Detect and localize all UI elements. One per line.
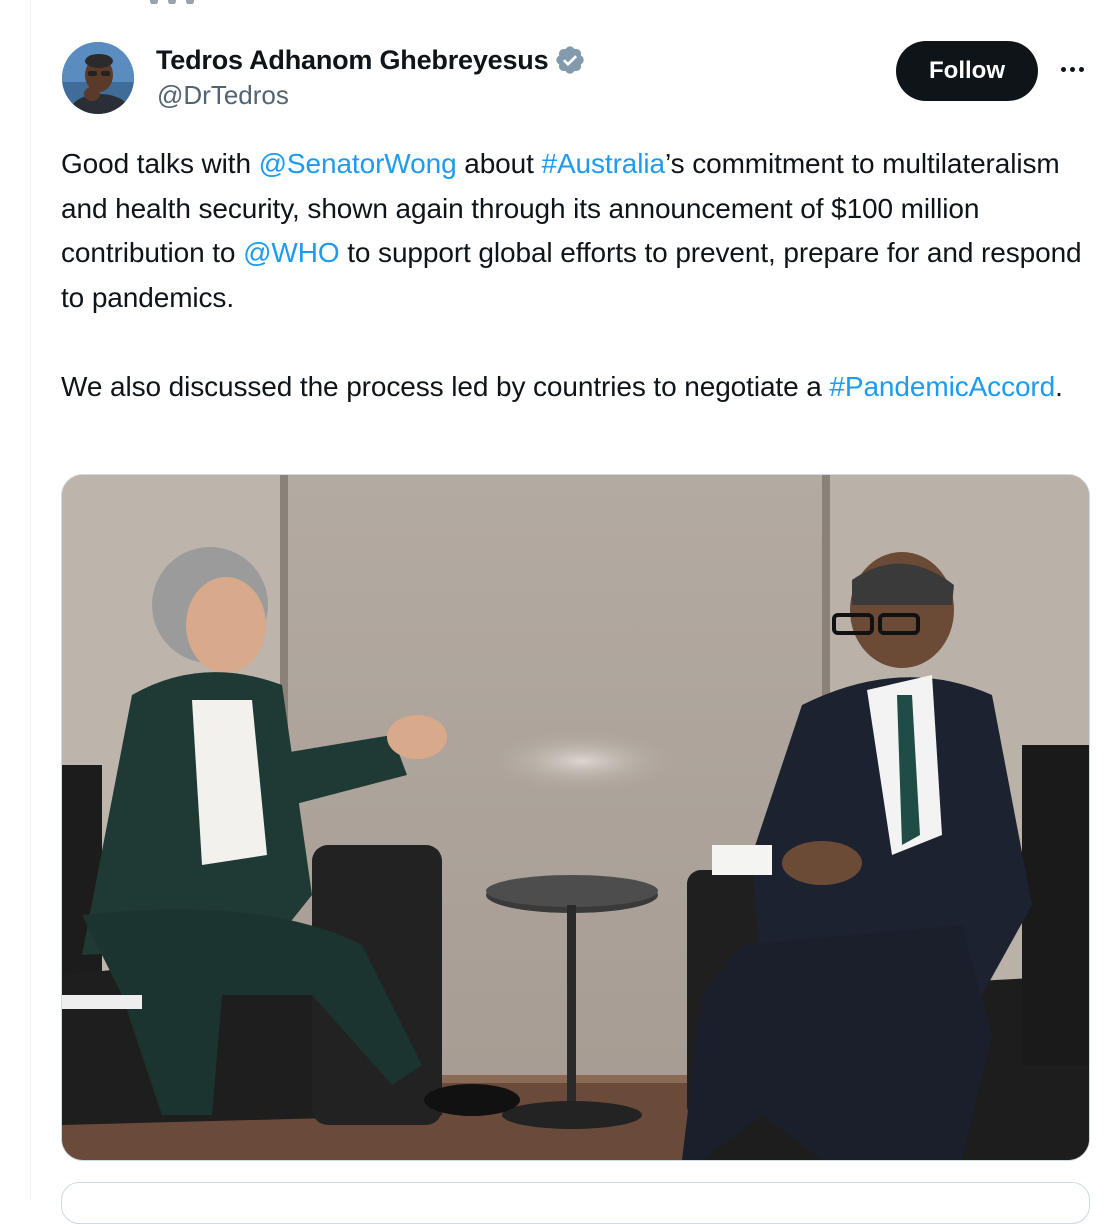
tweet-paragraph-1: Good talks with @SenatorWong about #Aust… (61, 142, 1101, 320)
avatar[interactable] (62, 42, 134, 114)
meeting-photo-image (62, 475, 1089, 1160)
profile-photo-icon (62, 42, 134, 114)
author-display-name[interactable]: Tedros Adhanom Ghebreyesus (156, 45, 549, 76)
author-name-row: Tedros Adhanom Ghebreyesus (156, 42, 586, 78)
verified-badge-icon[interactable] (554, 44, 586, 76)
mention-who-link[interactable]: @WHO (243, 237, 340, 268)
previous-content-fragment (150, 0, 260, 4)
hashtag-pandemicaccord-link[interactable]: #PandemicAccord (829, 371, 1055, 402)
text-segment: We also discussed the process led by cou… (61, 370, 830, 402)
mention-senatorwong-link[interactable]: @SenatorWong (259, 148, 457, 179)
text-segment: Good talks with (61, 148, 259, 179)
tweet-text: Good talks with @SenatorWong about #Aust… (61, 142, 1101, 409)
tweet-paragraph-2: We also discussed the process led by cou… (61, 365, 1101, 410)
next-content-card (61, 1182, 1090, 1224)
hashtag-australia-link[interactable]: #Australia (541, 148, 665, 179)
tweet-photo[interactable] (61, 474, 1090, 1161)
more-horizontal-icon[interactable] (1054, 54, 1090, 84)
text-segment: . (1055, 370, 1063, 402)
follow-button[interactable]: Follow (896, 41, 1038, 101)
text-segment: about (456, 148, 542, 179)
timeline-divider (30, 0, 31, 1200)
author-handle[interactable]: @DrTedros (157, 80, 289, 111)
